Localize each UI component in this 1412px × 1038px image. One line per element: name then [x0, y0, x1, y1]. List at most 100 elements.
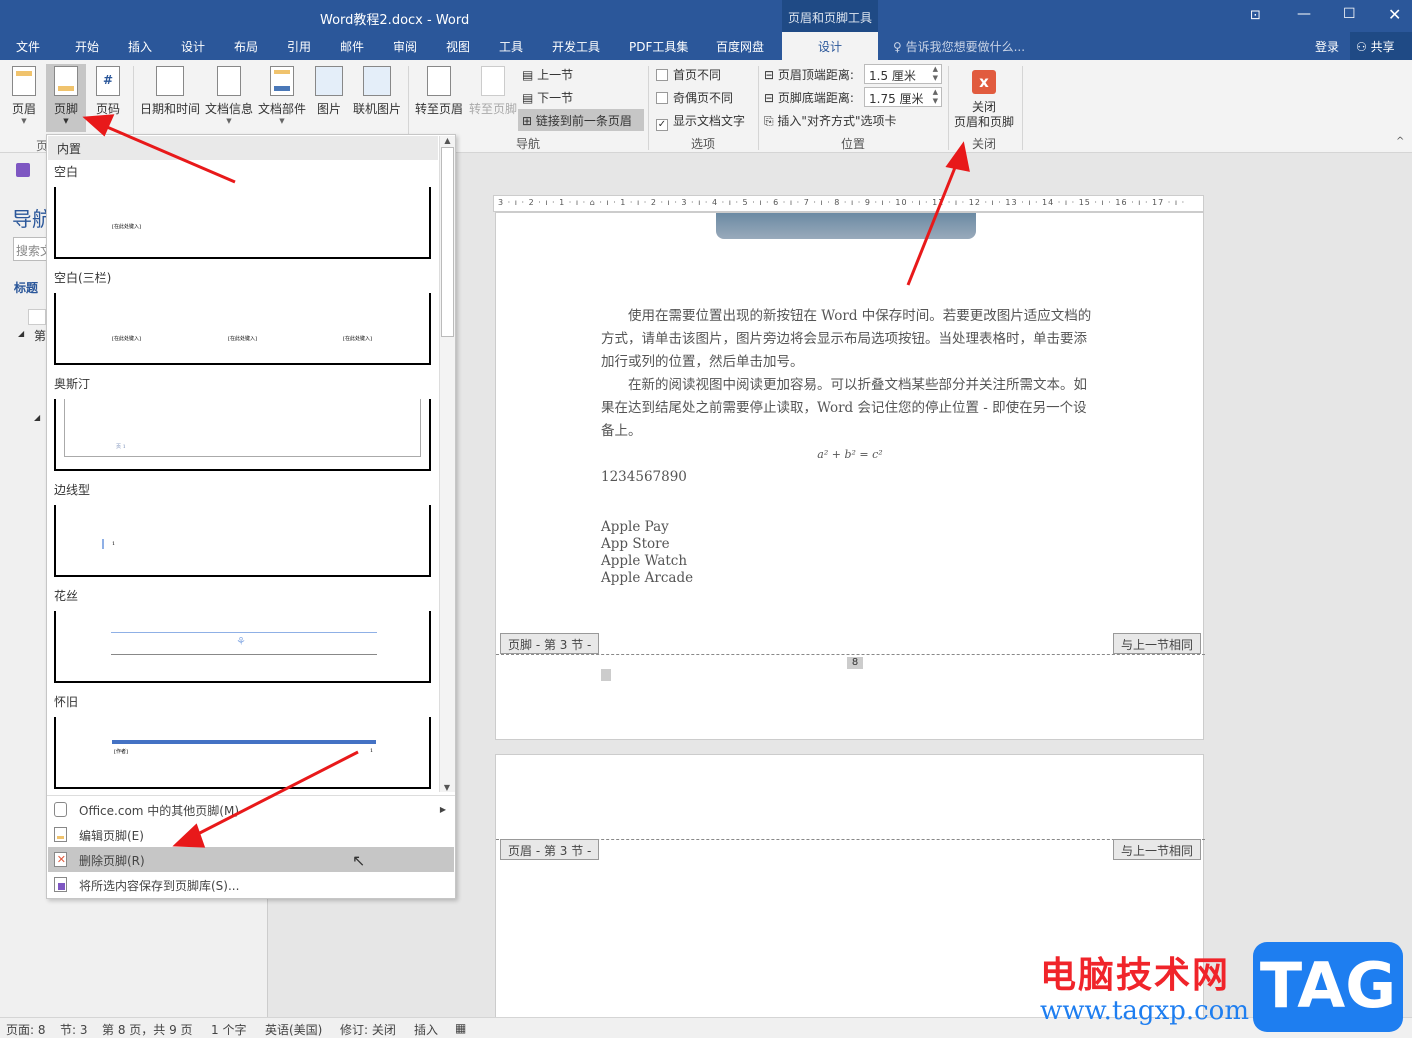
- expand-triangle-icon[interactable]: ◢: [34, 413, 40, 422]
- user-add-icon: ⚇: [1356, 40, 1367, 54]
- footer-section-tag: 页脚 - 第 3 节 -: [500, 633, 600, 654]
- tab-insert[interactable]: 插入: [128, 38, 152, 55]
- menu-more-footers-office[interactable]: Office.com 中的其他页脚(M) ▶: [48, 797, 454, 822]
- header-icon: [12, 66, 36, 96]
- show-document-text-checkbox[interactable]: ✓ 显示文档文字: [656, 112, 745, 131]
- footer-bottom-spinner[interactable]: 1.75 厘米 ▲ ▼: [864, 87, 942, 107]
- document-page: 使用在需要位置出现的新按钮在 Word 中保存时间。若要更改图片适应文档的方式，…: [495, 212, 1205, 740]
- tab-design[interactable]: 设计: [181, 38, 205, 55]
- save-icon[interactable]: [16, 163, 30, 177]
- macro-record-icon[interactable]: ▦: [455, 1021, 466, 1035]
- insert-alignment-tab-button[interactable]: ⎘ 插入"对齐方式"选项卡: [764, 112, 896, 129]
- link-to-previous-button[interactable]: ⊞ 链接到前一条页眉: [518, 109, 644, 131]
- gallery-item-retrospect[interactable]: [作者] 1: [54, 717, 431, 789]
- gallery-section-header: 内置: [48, 136, 438, 160]
- goto-footer-icon: [481, 66, 505, 96]
- gallery-item-label: 怀旧: [54, 695, 79, 709]
- status-insert-mode[interactable]: 插入: [414, 1021, 438, 1038]
- tab-view[interactable]: 视图: [446, 38, 470, 55]
- gallery-item-sideline[interactable]: 1: [54, 505, 431, 577]
- online-picture-icon: [363, 66, 391, 96]
- gallery-item-blank-three[interactable]: [在此处键入] [在此处键入] [在此处键入]: [54, 293, 431, 365]
- tab-layout[interactable]: 布局: [234, 38, 258, 55]
- nav-tab-headings[interactable]: 标题: [14, 279, 38, 296]
- header-distance-icon: ⊟: [764, 68, 778, 82]
- status-word-count[interactable]: 1 个字: [211, 1021, 246, 1038]
- nav-heading-item[interactable]: 第: [34, 327, 46, 344]
- header-button[interactable]: 页眉 ▼: [8, 64, 40, 125]
- close-x-icon: x: [972, 70, 996, 94]
- tab-references[interactable]: 引用: [287, 38, 311, 55]
- footer-gallery-dropdown: 内置 ▲ ▼ 空白 [在此处键入] 空白(三栏) [在此处键入] [在此处键入][…: [46, 134, 456, 899]
- header-top-spinner[interactable]: 1.5 厘米 ▲ ▼: [864, 64, 942, 84]
- tab-file[interactable]: 文件: [16, 38, 40, 55]
- quickparts-button[interactable]: 文档部件 ▼: [256, 64, 308, 125]
- gallery-item-label: 花丝: [54, 589, 79, 603]
- scrollbar-thumb[interactable]: [441, 147, 454, 337]
- maximize-icon[interactable]: ☐: [1343, 6, 1356, 22]
- prev-section-icon: ▤: [522, 68, 538, 82]
- goto-header-button[interactable]: 转至页眉: [413, 64, 465, 117]
- tab-developer[interactable]: 开发工具: [552, 38, 600, 55]
- status-track-changes[interactable]: 修订: 关闭: [340, 1021, 396, 1038]
- gallery-item-blank[interactable]: [在此处键入]: [54, 187, 431, 259]
- scroll-up-icon[interactable]: ▲: [440, 136, 455, 145]
- remove-footer-icon: ✕: [54, 852, 67, 867]
- login-link[interactable]: 登录: [1315, 38, 1339, 55]
- close-header-footer-button[interactable]: x 关闭 页眉和页脚: [950, 64, 1018, 130]
- status-page[interactable]: 页面: 8: [6, 1021, 46, 1038]
- gallery-item-filigree[interactable]: ⚘: [54, 611, 431, 683]
- footer-page-number[interactable]: 8: [847, 657, 863, 669]
- checkmark-icon: ✓: [656, 119, 668, 131]
- list-item: App Store: [601, 536, 670, 552]
- first-page-different-checkbox[interactable]: 首页不同: [656, 66, 721, 83]
- menu-edit-footer[interactable]: 编辑页脚(E): [48, 822, 454, 847]
- same-as-previous-tag: 与上一节相同: [1113, 839, 1202, 860]
- tab-tools[interactable]: 工具: [499, 38, 523, 55]
- picture-icon: [315, 66, 343, 96]
- tab-baidu[interactable]: 百度网盘: [716, 38, 764, 55]
- docinfo-button[interactable]: 文档信息 ▼: [204, 64, 254, 125]
- close-icon[interactable]: ✕: [1388, 5, 1401, 24]
- expand-triangle-icon[interactable]: ◢: [18, 329, 24, 338]
- link-icon: ⊞: [522, 114, 536, 128]
- spinner-arrows-icon[interactable]: ▲ ▼: [933, 88, 938, 106]
- scroll-down-icon[interactable]: ▼: [440, 783, 454, 792]
- gallery-item-austin[interactable]: 页 1: [54, 399, 431, 471]
- spinner-arrows-icon[interactable]: ▲ ▼: [933, 65, 938, 83]
- tab-review[interactable]: 审阅: [393, 38, 417, 55]
- restore-ribbon-icon[interactable]: ⊡: [1250, 8, 1261, 23]
- tab-home[interactable]: 开始: [75, 38, 99, 55]
- group-label-close: 关闭: [971, 137, 996, 151]
- collapse-ribbon-icon[interactable]: ^: [1396, 136, 1404, 147]
- filigree-ornament-icon: ⚘: [236, 635, 246, 648]
- menu-save-to-gallery[interactable]: 将所选内容保存到页脚库(S)...: [48, 872, 454, 897]
- page-number-icon: #: [96, 66, 120, 96]
- minimize-icon[interactable]: —: [1297, 6, 1311, 22]
- picture-button[interactable]: 图片: [312, 64, 346, 117]
- tab-hf-design[interactable]: 设计: [782, 32, 878, 60]
- paragraph: 使用在需要位置出现的新按钮在 Word 中保存时间。若要更改图片适应文档的方式，…: [601, 308, 1092, 370]
- horizontal-ruler[interactable]: 3 · ı · 2 · ı · 1 · ı · ⌂ · ı · 1 · ı · …: [493, 195, 1204, 212]
- online-picture-button[interactable]: 联机图片: [350, 64, 404, 117]
- status-page-count[interactable]: 第 8 页，共 9 页: [102, 1021, 193, 1038]
- prev-section-button[interactable]: ▤ 上一节: [522, 66, 573, 83]
- odd-even-different-checkbox[interactable]: 奇偶页不同: [656, 89, 733, 106]
- tell-me-input[interactable]: ♀ 告诉我您想要做什么...: [893, 38, 1025, 55]
- footer-button[interactable]: 页脚 ▼: [46, 64, 86, 132]
- gallery-item-label: 边线型: [54, 483, 91, 497]
- tab-pdf[interactable]: PDF工具集: [629, 38, 688, 55]
- footer-icon: [54, 66, 78, 96]
- status-section[interactable]: 节: 3: [60, 1021, 88, 1038]
- next-section-button[interactable]: ▤ 下一节: [522, 89, 573, 106]
- tab-mailings[interactable]: 邮件: [340, 38, 364, 55]
- datetime-button[interactable]: 日期和时间: [138, 64, 202, 117]
- header-boundary: [496, 839, 1205, 840]
- page-number-button[interactable]: # 页码 ▼: [92, 64, 124, 125]
- share-button[interactable]: ⚇ 共享: [1350, 32, 1412, 60]
- status-language[interactable]: 英语(美国): [265, 1021, 322, 1038]
- document-body[interactable]: 使用在需要位置出现的新按钮在 Word 中保存时间。若要更改图片适应文档的方式，…: [601, 305, 1099, 587]
- submenu-arrow-icon: ▶: [439, 805, 446, 814]
- gallery-scrollbar[interactable]: ▲ ▼: [439, 136, 455, 792]
- menu-remove-footer[interactable]: ✕ 删除页脚(R): [48, 847, 454, 872]
